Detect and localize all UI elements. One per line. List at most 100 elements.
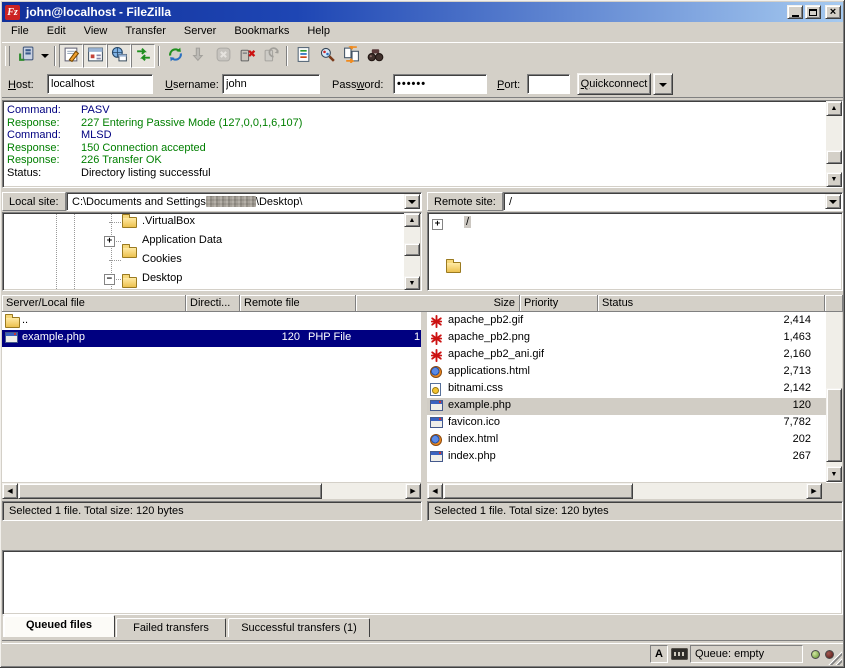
remote-file-row[interactable]: apache_pb2_ani.gif2,160 — [427, 347, 826, 364]
css-file-icon — [430, 383, 441, 396]
remote-file-row[interactable]: apache_pb2.gif2,414 — [427, 313, 826, 330]
remote-list-hscrollbar-thumb[interactable] — [443, 483, 633, 499]
tab-successful-transfers-1-[interactable]: Successful transfers (1) — [228, 618, 370, 637]
port-input[interactable] — [527, 74, 570, 94]
file-size: 2,160 — [711, 348, 811, 360]
file-size: 2,414 — [711, 314, 811, 326]
refresh-button[interactable] — [163, 44, 187, 68]
quickconnect-dropdown-button[interactable] — [653, 73, 673, 95]
divider — [2, 640, 843, 644]
column-header-remote-file[interactable]: Remote file — [240, 295, 356, 312]
column-header-label: Status — [602, 297, 633, 309]
site-manager-button[interactable] — [14, 44, 38, 68]
local-site-dropdown-button[interactable] — [404, 194, 420, 209]
username-input[interactable] — [222, 74, 320, 94]
tree-expander-minus[interactable]: − — [104, 274, 115, 285]
find-files-button[interactable] — [363, 44, 387, 68]
compare-button[interactable] — [315, 44, 339, 68]
local-directory-tree — [2, 212, 422, 291]
file-size: 120 — [711, 399, 811, 411]
local-tree-item[interactable]: Application Data — [140, 234, 224, 246]
arrow-down-icon: ▼ — [831, 176, 838, 183]
remote-file-row[interactable]: bitnami.css2,142 — [427, 381, 826, 398]
remote-file-row[interactable]: favicon.ico7,782 — [427, 415, 826, 432]
log-scroll-down-button[interactable]: ▼ — [826, 172, 842, 187]
local-tree-scroll-up-button[interactable]: ▲ — [404, 213, 420, 227]
log-scroll-up-button[interactable]: ▲ — [826, 101, 842, 116]
remote-list-scroll-left-button[interactable]: ◀ — [427, 483, 443, 499]
log-line-text: 150 Connection accepted — [81, 142, 206, 154]
tab-queued-files[interactable]: Queued files — [3, 615, 115, 637]
tab-failed-transfers[interactable]: Failed transfers — [116, 618, 226, 637]
chevron-down-icon — [41, 54, 49, 58]
toggle-local-tree-button[interactable] — [83, 44, 107, 68]
remote-site-dropdown-button[interactable] — [825, 194, 841, 209]
apache-feather-icon — [430, 349, 443, 362]
remote-file-row[interactable]: index.php267 — [427, 449, 826, 466]
menu-item-bookmarks[interactable]: Bookmarks — [225, 22, 298, 40]
menu-item-view[interactable]: View — [75, 22, 117, 40]
disconnect-button[interactable] — [235, 44, 259, 68]
local-tree-item[interactable]: .VirtualBox — [140, 215, 197, 227]
close-button[interactable]: × — [825, 5, 841, 19]
remote-list-scrollbar-thumb[interactable] — [826, 388, 842, 462]
host-input[interactable] — [47, 74, 153, 94]
remote-tree-root-item[interactable]: / — [464, 216, 471, 228]
local-site-combo[interactable]: C:\Documents and Settings\Desktop\ — [66, 192, 422, 211]
column-header-priority[interactable]: Priority — [520, 295, 598, 312]
remote-list-scroll-right-button[interactable]: ▶ — [806, 483, 822, 499]
remote-site-combo[interactable]: / — [503, 192, 843, 211]
local-tree-scrollbar-thumb[interactable] — [404, 243, 420, 256]
local-tree-item[interactable]: Desktop — [140, 272, 184, 284]
toggle-queue-button[interactable] — [131, 44, 155, 68]
column-header-status[interactable]: Status — [598, 295, 825, 312]
menu-item-transfer[interactable]: Transfer — [116, 22, 175, 40]
menu-item-help[interactable]: Help — [298, 22, 339, 40]
column-header-label: Remote file — [244, 297, 300, 309]
filter-button[interactable] — [291, 44, 315, 68]
toolbar-grip[interactable] — [5, 46, 10, 66]
local-list-scroll-left-button[interactable]: ◀ — [2, 483, 18, 499]
column-header-size[interactable]: Size — [356, 295, 520, 312]
filezilla-app-icon: Fz — [5, 5, 20, 20]
tree-expander-plus[interactable]: + — [104, 236, 115, 247]
remote-file-row[interactable]: apache_pb2.png1,463 — [427, 330, 826, 347]
maximize-button[interactable] — [805, 5, 821, 19]
log-line-label: Command: — [7, 104, 81, 116]
column-header-label: Directi... — [190, 297, 230, 309]
minimize-button[interactable] — [787, 5, 803, 19]
remote-selection-status: Selected 1 file. Total size: 120 bytes — [427, 501, 843, 521]
local-list-scroll-right-button[interactable]: ▶ — [405, 483, 421, 499]
arrow-up-icon: ▲ — [831, 105, 838, 112]
message-log: Command:PASVResponse:227 Entering Passiv… — [2, 100, 843, 188]
file-size: 1,463 — [711, 331, 811, 343]
local-file-row[interactable]: example.php120PHP File1 — [2, 330, 421, 347]
password-input[interactable] — [393, 74, 487, 94]
folder-icon — [122, 277, 137, 288]
menu-item-edit[interactable]: Edit — [38, 22, 75, 40]
local-list-hscrollbar-thumb[interactable] — [18, 483, 322, 499]
local-tree-item[interactable]: Cookies — [140, 253, 184, 265]
tree-expander-plus[interactable]: + — [432, 219, 443, 230]
local-file-row[interactable]: .. — [2, 313, 421, 330]
arrow-left-icon: ◀ — [432, 488, 437, 495]
file-name: index.php — [448, 450, 708, 462]
menu-item-server[interactable]: Server — [175, 22, 225, 40]
column-header-server-local-file[interactable]: Server/Local file — [2, 295, 186, 312]
quickconnect-button[interactable]: Quickconnect — [577, 73, 651, 95]
remote-file-row[interactable]: applications.html2,713 — [427, 364, 826, 381]
site-manager-dropdown-button[interactable] — [38, 44, 51, 68]
log-scrollbar-thumb[interactable] — [826, 150, 842, 164]
menu-item-file[interactable]: File — [2, 22, 38, 40]
toggle-log-button[interactable] — [59, 44, 83, 68]
arrow-right-icon: ▶ — [410, 488, 415, 495]
toggle-remote-tree-button[interactable] — [107, 44, 131, 68]
log-line-text: MLSD — [81, 129, 112, 141]
column-header-spacer[interactable] — [825, 295, 843, 312]
sync-browsing-button[interactable] — [339, 44, 363, 68]
local-tree-scroll-down-button[interactable]: ▼ — [404, 276, 420, 290]
remote-list-scroll-down-button[interactable]: ▼ — [826, 466, 842, 482]
remote-file-row[interactable]: index.html202 — [427, 432, 826, 449]
remote-file-row[interactable]: example.php120 — [427, 398, 826, 415]
column-header-directi-[interactable]: Directi... — [186, 295, 240, 312]
